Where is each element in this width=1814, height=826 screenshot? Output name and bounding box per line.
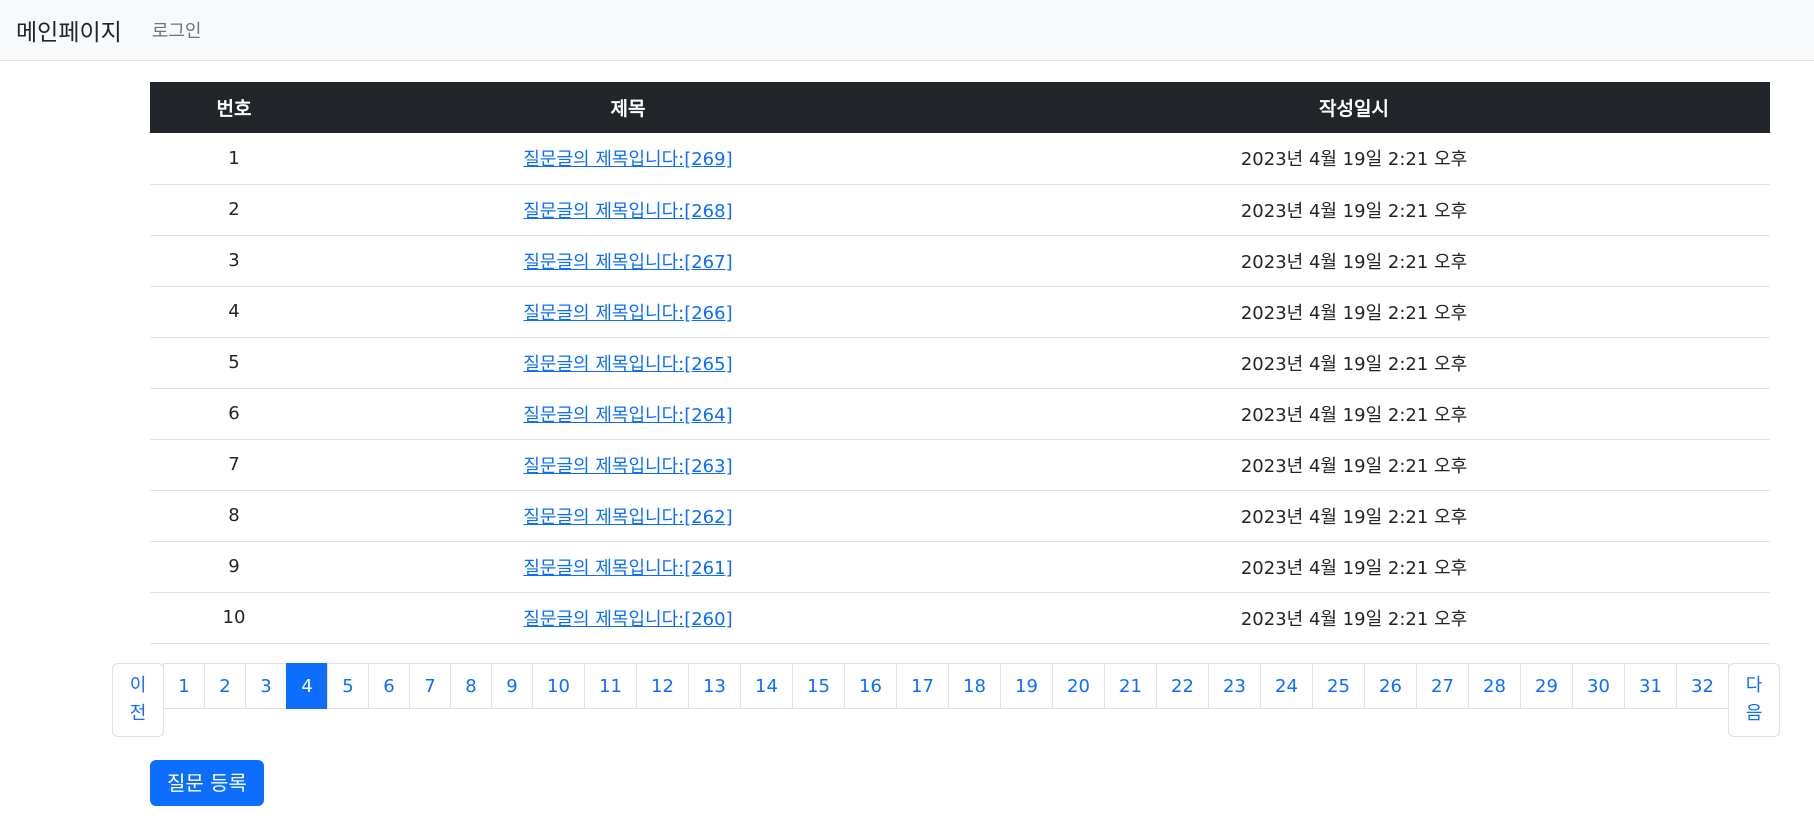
question-title-link[interactable]: 질문글의 제목입니다:[267] (523, 252, 732, 273)
row-number: 7 (228, 454, 240, 475)
pagination-page-17[interactable]: 17 (896, 663, 949, 709)
pagination-page-21[interactable]: 21 (1104, 663, 1157, 709)
pagination-page-6[interactable]: 6 (368, 663, 410, 709)
pagination-prev-button[interactable]: 이전 (112, 663, 164, 737)
table-row: 3 질문글의 제목입니다:[267] 2023년 4월 19일 2:21 오후 (150, 235, 1770, 286)
question-title-link[interactable]: 질문글의 제목입니다:[262] (523, 507, 732, 528)
row-date: 2023년 4월 19일 2:21 오후 (1240, 302, 1468, 324)
login-link[interactable]: 로그인 (152, 17, 202, 43)
pagination-page-3[interactable]: 3 (245, 663, 287, 709)
pagination-page-5[interactable]: 5 (327, 663, 369, 709)
pagination-page-9[interactable]: 9 (491, 663, 533, 709)
table-body: 1 질문글의 제목입니다:[269] 2023년 4월 19일 2:21 오후 2 질문… (150, 133, 1770, 643)
question-title-link[interactable]: 질문글의 제목입니다:[260] (523, 609, 732, 630)
table-row: 9 질문글의 제목입니다:[261] 2023년 4월 19일 2:21 오후 (150, 541, 1770, 592)
create-question-button[interactable]: 질문 등록 (150, 760, 264, 806)
question-list: 번호 제목 작성일시 1 질문글의 제목입니다:[269] 2023년 4월 19일… (150, 82, 1770, 644)
row-date: 2023년 4월 19일 2:21 오후 (1240, 251, 1468, 273)
question-title-link[interactable]: 질문글의 제목입니다:[265] (523, 354, 732, 375)
pagination-page-32[interactable]: 32 (1676, 663, 1729, 709)
row-number: 1 (228, 147, 240, 169)
row-number: 3 (228, 250, 240, 271)
pagination-page-31[interactable]: 31 (1624, 663, 1677, 709)
pagination-page-30[interactable]: 30 (1572, 663, 1625, 709)
table-header: 번호 제목 작성일시 (150, 82, 1770, 133)
question-title-link[interactable]: 질문글의 제목입니다:[264] (523, 405, 732, 426)
pagination-page-8[interactable]: 8 (450, 663, 492, 709)
pagination-page-23[interactable]: 23 (1208, 663, 1261, 709)
navbar: 메인페이지 로그인 (0, 0, 1814, 61)
pagination-page-15[interactable]: 15 (792, 663, 845, 709)
row-number: 6 (228, 403, 240, 424)
pagination-page-13[interactable]: 13 (688, 663, 741, 709)
table-row: 6 질문글의 제목입니다:[264] 2023년 4월 19일 2:21 오후 (150, 388, 1770, 439)
row-date: 2023년 4월 19일 2:21 오후 (1240, 455, 1468, 477)
table-row: 7 질문글의 제목입니다:[263] 2023년 4월 19일 2:21 오후 (150, 439, 1770, 490)
row-date: 2023년 4월 19일 2:21 오후 (1240, 404, 1468, 426)
table-row: 4 질문글의 제목입니다:[266] 2023년 4월 19일 2:21 오후 (150, 286, 1770, 337)
pagination-page-12[interactable]: 12 (636, 663, 689, 709)
pagination-page-2[interactable]: 2 (204, 663, 246, 709)
pagination-page-1[interactable]: 1 (163, 663, 205, 709)
row-date: 2023년 4월 19일 2:21 오후 (1240, 200, 1468, 222)
table-row: 5 질문글의 제목입니다:[265] 2023년 4월 19일 2:21 오후 (150, 337, 1770, 388)
question-title-link[interactable]: 질문글의 제목입니다:[269] (523, 149, 732, 170)
row-number: 4 (228, 301, 240, 322)
pagination-page-18[interactable]: 18 (948, 663, 1001, 709)
pagination-page-27[interactable]: 27 (1416, 663, 1469, 709)
pagination-page-20[interactable]: 20 (1052, 663, 1105, 709)
pagination-page-14[interactable]: 14 (740, 663, 793, 709)
pagination-page-19[interactable]: 19 (1000, 663, 1053, 709)
brand-link[interactable]: 메인페이지 (16, 13, 122, 47)
table-row: 10 질문글의 제목입니다:[260] 2023년 4월 19일 2:21 오후 (150, 592, 1770, 643)
pagination-page-16[interactable]: 16 (844, 663, 897, 709)
column-header-number: 번호 (216, 98, 252, 120)
pagination: 이전 1 2 3 4 5 6 7 8 9 10 11 12 13 14 15 16 17 18 19 20 21 22 23 2… (112, 663, 1780, 737)
row-date: 2023년 4월 19일 2:21 오후 (1240, 557, 1468, 579)
row-number: 10 (222, 607, 246, 628)
row-date: 2023년 4월 19일 2:21 오후 (1240, 608, 1468, 630)
column-header-title: 제목 (610, 98, 646, 120)
pagination-page-24[interactable]: 24 (1260, 663, 1313, 709)
question-title-link[interactable]: 질문글의 제목입니다:[263] (523, 456, 732, 477)
column-header-date: 작성일시 (1319, 98, 1389, 120)
pagination-page-10[interactable]: 10 (532, 663, 585, 709)
row-date: 2023년 4월 19일 2:21 오후 (1240, 149, 1468, 171)
row-date: 2023년 4월 19일 2:21 오후 (1240, 506, 1468, 528)
pagination-page-4[interactable]: 4 (286, 663, 328, 709)
pagination-page-25[interactable]: 25 (1312, 663, 1365, 709)
pagination-page-29[interactable]: 29 (1520, 663, 1573, 709)
pagination-page-22[interactable]: 22 (1156, 663, 1209, 709)
row-number: 9 (228, 556, 240, 577)
table-row: 1 질문글의 제목입니다:[269] 2023년 4월 19일 2:21 오후 (150, 133, 1770, 184)
pagination-page-26[interactable]: 26 (1364, 663, 1417, 709)
pagination-page-7[interactable]: 7 (409, 663, 451, 709)
table-row: 8 질문글의 제목입니다:[262] 2023년 4월 19일 2:21 오후 (150, 490, 1770, 541)
pagination-page-28[interactable]: 28 (1468, 663, 1521, 709)
question-title-link[interactable]: 질문글의 제목입니다:[266] (523, 303, 732, 324)
row-number: 8 (228, 505, 240, 526)
row-number: 2 (228, 199, 240, 220)
question-title-link[interactable]: 질문글의 제목입니다:[268] (523, 201, 732, 222)
row-date: 2023년 4월 19일 2:21 오후 (1240, 353, 1468, 375)
pagination-next-button[interactable]: 다음 (1728, 663, 1780, 737)
pagination-page-11[interactable]: 11 (584, 663, 637, 709)
table-row: 2 질문글의 제목입니다:[268] 2023년 4월 19일 2:21 오후 (150, 184, 1770, 235)
question-table: 번호 제목 작성일시 1 질문글의 제목입니다:[269] 2023년 4월 19일… (150, 82, 1770, 644)
row-number: 5 (228, 352, 240, 373)
question-title-link[interactable]: 질문글의 제목입니다:[261] (523, 558, 732, 579)
